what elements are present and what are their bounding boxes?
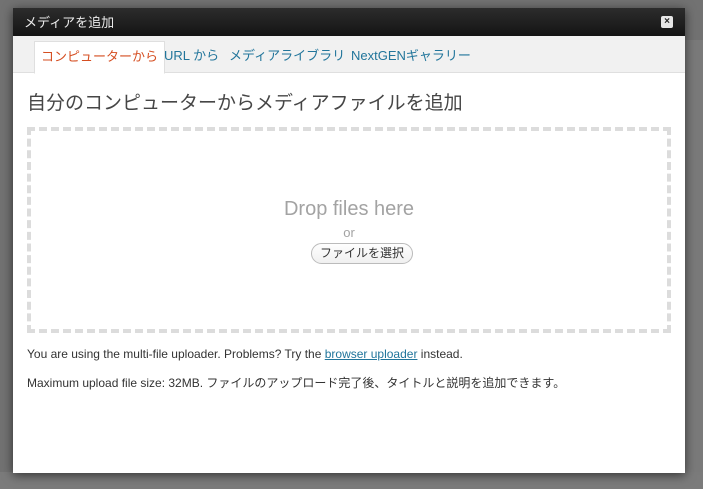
modal-header: メディアを追加 ×	[13, 8, 685, 36]
browser-uploader-link[interactable]: browser uploader	[325, 347, 418, 361]
uploader-info: You are using the multi-file uploader. P…	[27, 347, 463, 361]
drop-zone[interactable]: Drop files here or ファイルを選択	[27, 127, 671, 333]
tab-nextgen-gallery[interactable]: NextGENギャラリー	[345, 41, 477, 74]
tab-from-computer[interactable]: コンピューターから	[34, 41, 166, 74]
close-icon[interactable]: ×	[661, 16, 673, 28]
background-right-column	[683, 40, 703, 489]
or-text: or	[343, 225, 355, 240]
media-modal: メディアを追加 × コンピューターから URL から メディアライブラリ Nex…	[13, 8, 685, 473]
tabs-bar: コンピューターから URL から メディアライブラリ NextGENギャラリー	[13, 36, 685, 74]
background-bottom-strip	[0, 472, 703, 489]
select-files-button[interactable]: ファイルを選択	[311, 243, 413, 264]
modal-title: メディアを追加	[24, 15, 115, 30]
uploader-info-prefix: You are using the multi-file uploader. P…	[27, 347, 325, 361]
tab-media-library[interactable]: メディアライブラリ	[223, 41, 351, 74]
tab-from-url[interactable]: URL から	[158, 41, 225, 74]
drop-files-text: Drop files here	[283, 198, 415, 220]
uploader-info-suffix: instead.	[417, 347, 463, 361]
page-title: 自分のコンピューターからメディアファイルを追加	[27, 93, 463, 114]
max-upload-size: Maximum upload file size: 32MB. ファイルのアップ…	[27, 376, 566, 390]
